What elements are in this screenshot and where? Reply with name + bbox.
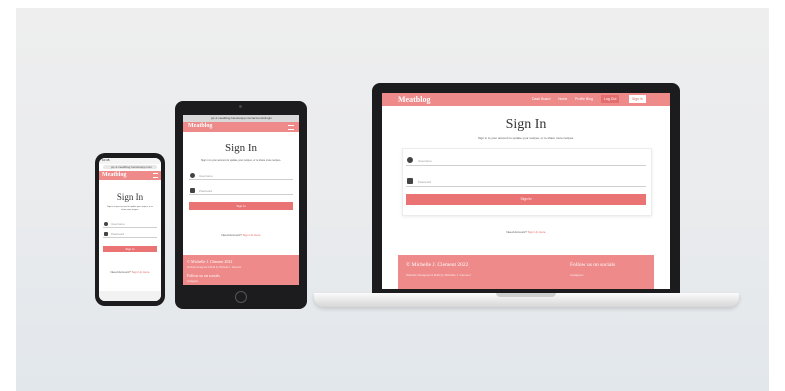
page-subtitle: Sign in to your account to update your r… xyxy=(200,159,282,162)
register-link[interactable]: Sign Up Here xyxy=(132,270,150,274)
nav-link-signin[interactable]: Sign in xyxy=(629,95,646,103)
phone-bottom-bar xyxy=(99,291,161,301)
tablet-home-button[interactable] xyxy=(235,291,247,303)
username-field[interactable]: Username xyxy=(406,156,646,166)
brand-logo[interactable]: Meatblog xyxy=(398,95,430,104)
password-placeholder: Password xyxy=(418,180,432,184)
phone-device: 10:45 pp-4-meatblog.herokuapp.com Meatbl… xyxy=(95,153,165,306)
username-field[interactable]: Username xyxy=(103,221,157,228)
footer-follow-heading: Follow us on socials xyxy=(570,262,616,268)
phone-navbar: Meatblog xyxy=(99,171,161,180)
tablet-navbar: Meatblog xyxy=(183,122,299,132)
password-field[interactable]: Password xyxy=(406,177,646,187)
username-placeholder: Username xyxy=(199,174,213,178)
user-icon xyxy=(190,173,195,178)
password-placeholder: Password xyxy=(111,232,125,236)
password-field[interactable]: Password xyxy=(189,187,293,195)
laptop-device: Meatblog Dash Board Home Profile Blog Lo… xyxy=(314,83,739,323)
user-icon xyxy=(104,222,108,226)
register-prompt: Need Account? Sign Up Here xyxy=(506,230,546,234)
footer-social-item[interactable]: Instagram xyxy=(570,273,583,277)
tablet-device: pp-4-meatblog.herokuapp.com/accounts/log… xyxy=(175,101,307,309)
hamburger-icon[interactable] xyxy=(153,173,158,178)
page-title: Sign In xyxy=(224,142,258,154)
footer-social-item[interactable]: Instagram xyxy=(187,280,198,283)
page-subtitle: Sign in to your account to update your r… xyxy=(107,206,153,211)
tablet-url-text: pp-4-meatblog.herokuapp.com/accounts/log… xyxy=(211,116,272,120)
sign-in-button[interactable]: Sign In xyxy=(189,202,293,210)
phone-status-bar: 10:45 xyxy=(99,158,161,164)
page-title: Sign In xyxy=(505,117,547,132)
register-link[interactable]: Sign Up Here xyxy=(243,233,261,237)
phone-status-time: 10:45 xyxy=(102,158,110,162)
lock-icon xyxy=(407,178,413,184)
tablet-screen: pp-4-meatblog.herokuapp.com/accounts/log… xyxy=(183,115,299,285)
brand-logo[interactable]: Meatblog xyxy=(188,123,212,129)
tablet-camera xyxy=(239,105,242,108)
register-prompt: Need Account? Sign Up Here xyxy=(221,233,261,237)
laptop-notch xyxy=(496,293,556,297)
footer-credit: Website Designed & Built by Michelle J. … xyxy=(187,266,242,269)
brand-logo[interactable]: Meatblog xyxy=(102,172,126,178)
nav-link-logout[interactable]: Log Out xyxy=(601,95,620,103)
device-mockup-scene: 10:45 pp-4-meatblog.herokuapp.com Meatbl… xyxy=(16,8,769,391)
footer-copyright: © Michelle J. Clement 2022 xyxy=(187,259,233,264)
username-field[interactable]: Username xyxy=(189,172,293,180)
username-placeholder: Username xyxy=(418,159,432,163)
laptop-navbar: Meatblog Dash Board Home Profile Blog Lo… xyxy=(382,93,670,106)
laptop-screen: Meatblog Dash Board Home Profile Blog Lo… xyxy=(382,93,670,289)
register-link[interactable]: Sign Up Here xyxy=(528,230,546,234)
page-subtitle: Sign in to your account to update your r… xyxy=(477,136,575,140)
sign-in-button[interactable]: Sign In xyxy=(406,194,646,205)
nav-link-home[interactable]: Home xyxy=(558,97,567,101)
footer-credit: Website Designed & Built by Michelle J. … xyxy=(406,273,471,277)
phone-url-text: pp-4-meatblog.herokuapp.com xyxy=(111,165,152,169)
phone-screen: 10:45 pp-4-meatblog.herokuapp.com Meatbl… xyxy=(99,158,161,301)
footer-copyright: © Michelle J. Clement 2022 xyxy=(406,262,469,268)
hamburger-icon[interactable] xyxy=(288,125,294,130)
nav-link-dashboard[interactable]: Dash Board xyxy=(532,97,550,101)
user-icon xyxy=(407,157,413,163)
laptop-footer: © Michelle J. Clement 2022 Website Desig… xyxy=(398,255,654,289)
nav-link-profile[interactable]: Profile Blog xyxy=(575,97,593,101)
username-placeholder: Username xyxy=(111,222,125,226)
lock-icon xyxy=(190,188,195,193)
phone-url-bar[interactable]: pp-4-meatblog.herokuapp.com xyxy=(103,165,157,169)
password-placeholder: Password xyxy=(199,189,213,193)
tablet-url-bar[interactable]: pp-4-meatblog.herokuapp.com/accounts/log… xyxy=(183,115,299,122)
password-field[interactable]: Password xyxy=(103,231,157,238)
register-prompt: Need Account? Sign Up Here xyxy=(110,270,150,274)
footer-follow-heading: Follow us on socials xyxy=(187,273,220,278)
tablet-footer: © Michelle J. Clement 2022 Website Desig… xyxy=(183,255,299,285)
sign-in-button[interactable]: Sign In xyxy=(103,246,157,252)
page-title: Sign In xyxy=(116,192,144,202)
lock-icon xyxy=(104,232,108,236)
